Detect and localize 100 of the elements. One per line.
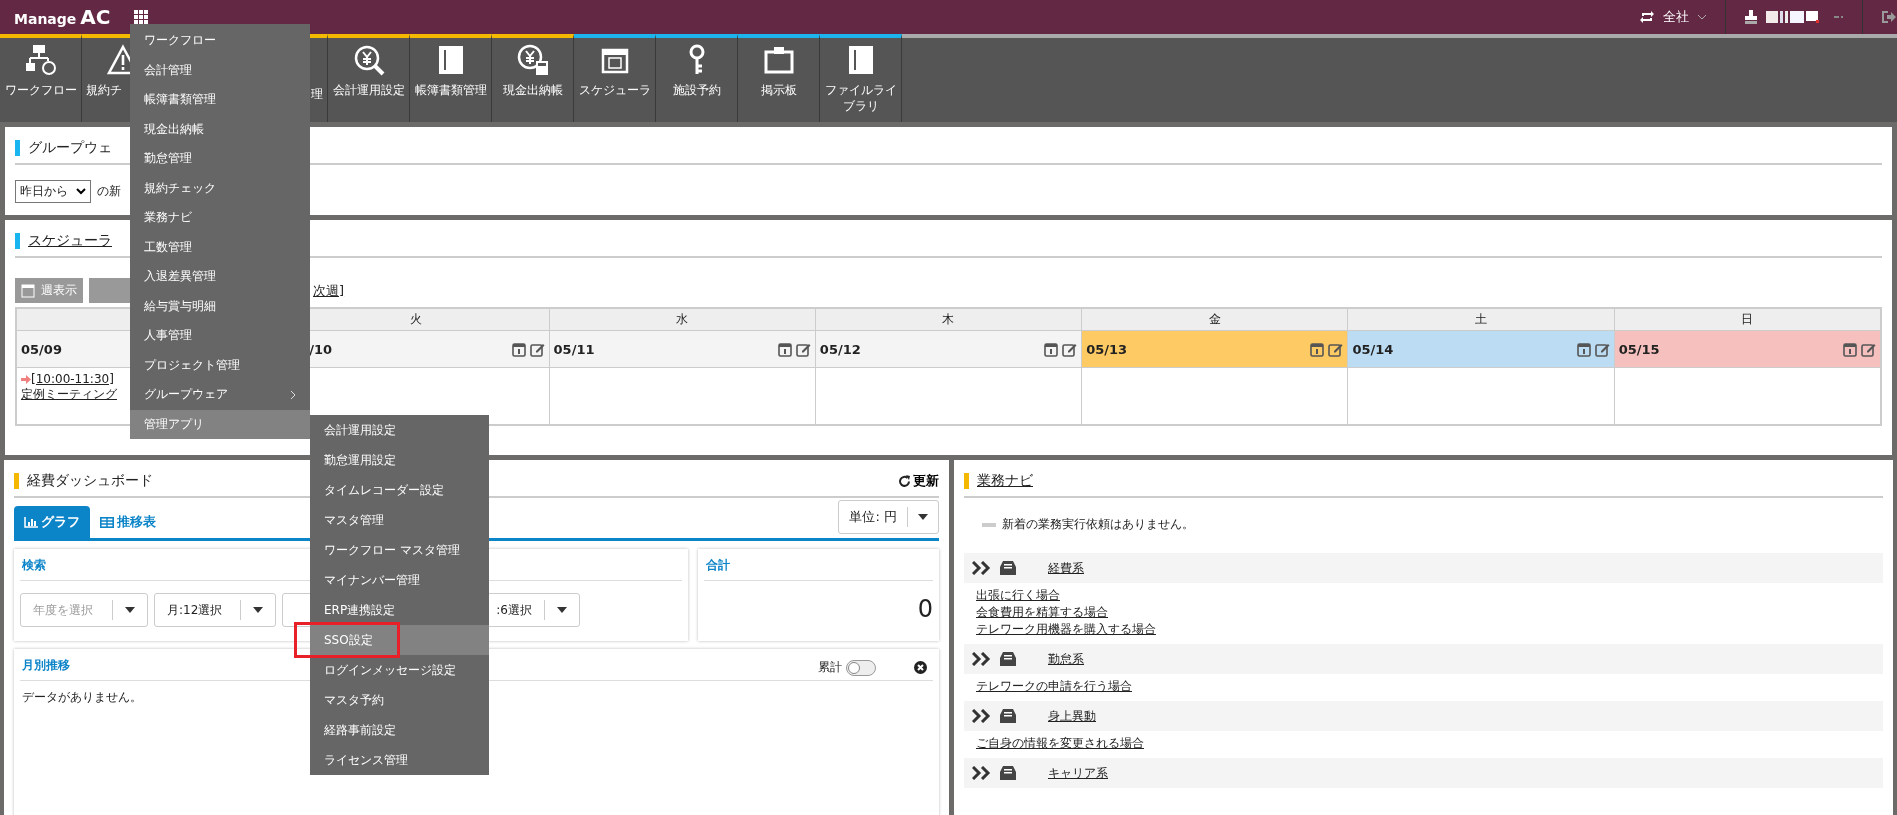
menu-item[interactable]: 勤怠管理 bbox=[130, 144, 310, 174]
edit-icon[interactable] bbox=[1594, 341, 1610, 357]
weekday-header: 金 bbox=[1082, 309, 1348, 331]
menu-item[interactable]: 規約チェック bbox=[130, 173, 310, 203]
calendar-icon[interactable] bbox=[1842, 341, 1857, 357]
tile-label: 現金出納帳 bbox=[502, 82, 563, 98]
notice-text: 新着の業務実行依頼はありません。 bbox=[1002, 516, 1194, 533]
tile-label: スケジューラ bbox=[578, 82, 651, 98]
menu-item[interactable]: マスタ予約 bbox=[310, 685, 489, 715]
close-icon[interactable] bbox=[914, 661, 927, 674]
caret-icon bbox=[918, 514, 928, 520]
menu-item[interactable]: 会計運用設定 bbox=[310, 415, 489, 445]
event-title-link[interactable]: 定例ミーティング bbox=[21, 386, 117, 403]
menu-item[interactable]: 入退差異管理 bbox=[130, 262, 310, 292]
date-label: 05/15 bbox=[1618, 341, 1660, 357]
category-link[interactable]: 身上異動 bbox=[1048, 707, 1096, 725]
menu-item[interactable]: プロジェクト管理 bbox=[130, 350, 310, 380]
event-time-link[interactable]: [10:00-11:30] bbox=[31, 372, 114, 386]
unit-select[interactable]: 単位: 円 bbox=[838, 500, 939, 534]
menu-item[interactable]: ログインメッセージ設定 bbox=[310, 655, 489, 685]
toolbar-tile[interactable]: 現金出納帳 bbox=[492, 34, 574, 122]
tile-label: ワークフロー bbox=[4, 82, 77, 98]
toolbar-tile[interactable]: ワークフロー bbox=[0, 34, 82, 122]
panel-title: 経費ダッシュボード bbox=[27, 472, 153, 490]
title-marker bbox=[964, 473, 969, 489]
toolbar-tile[interactable]: スケジューラ bbox=[574, 34, 656, 122]
edit-icon[interactable] bbox=[1328, 341, 1344, 357]
tile-label: 帳簿書類管理 bbox=[414, 82, 487, 98]
task-link[interactable]: 出張に行く場合 bbox=[976, 587, 1060, 604]
menu-item[interactable]: タイムレコーダー設定 bbox=[310, 475, 489, 505]
next-week-link[interactable]: 次週] bbox=[313, 281, 345, 300]
edit-icon[interactable] bbox=[795, 341, 811, 357]
flowchart-icon bbox=[24, 44, 57, 76]
edit-icon[interactable] bbox=[1860, 341, 1876, 357]
edit-icon[interactable] bbox=[529, 341, 545, 357]
menu-item[interactable]: 勤怠運用設定 bbox=[310, 445, 489, 475]
task-link[interactable]: テレワークの申請を行う場合 bbox=[976, 678, 1132, 695]
book-icon bbox=[436, 44, 465, 76]
logout-icon[interactable] bbox=[1881, 10, 1897, 24]
menu-item[interactable]: 工数管理 bbox=[130, 232, 310, 262]
task-link[interactable]: ご自身の情報を変更される場合 bbox=[976, 735, 1144, 752]
calendar-icon[interactable] bbox=[1576, 341, 1591, 357]
panel-title-link[interactable]: 業務ナビ bbox=[977, 472, 1033, 490]
table-icon bbox=[100, 516, 114, 528]
double-chevron-icon bbox=[972, 766, 992, 780]
calendar-icon[interactable] bbox=[777, 341, 792, 357]
logo[interactable]: Manage AC bbox=[14, 5, 111, 29]
bar-chart-icon bbox=[24, 516, 38, 528]
yen-calculator-icon bbox=[516, 44, 549, 76]
chevron-icon bbox=[290, 389, 296, 400]
calendar-icon[interactable] bbox=[1044, 341, 1059, 357]
toolbar-tile[interactable]: ファイルライブラリ bbox=[820, 34, 902, 122]
toggle-label: 累計 bbox=[818, 659, 842, 676]
date-label: 05/09 bbox=[21, 341, 62, 357]
title-marker bbox=[15, 233, 20, 249]
caret-icon bbox=[253, 607, 263, 613]
weekday-header: 日 bbox=[1614, 309, 1880, 331]
date-label: 05/14 bbox=[1352, 341, 1394, 357]
category-link[interactable]: 経費系 bbox=[1048, 559, 1084, 577]
calendar-icon[interactable] bbox=[1310, 341, 1325, 357]
toolbar-tile[interactable]: 施設予約 bbox=[656, 34, 738, 122]
refresh-button[interactable]: 更新 bbox=[898, 472, 939, 490]
edit-icon[interactable] bbox=[1062, 341, 1078, 357]
range-suffix: の新 bbox=[97, 183, 121, 200]
view-tab[interactable]: 推移表 bbox=[90, 506, 166, 538]
panel-title-link[interactable]: スケジューラ bbox=[28, 232, 112, 250]
yen-wrench-icon bbox=[352, 44, 385, 76]
task-link[interactable]: テレワーク用機器を購入する場合 bbox=[976, 621, 1156, 638]
range-select[interactable]: 昨日から bbox=[15, 180, 91, 203]
tile-label: 会計運用設定 bbox=[332, 82, 405, 98]
tile-label: 理 bbox=[311, 86, 323, 102]
menu-item[interactable]: 管理アプリ bbox=[130, 409, 310, 439]
app-grid-icon[interactable] bbox=[134, 10, 149, 24]
company-switcher[interactable]: 全社 bbox=[1663, 8, 1689, 26]
toolbar-tile[interactable]: 帳簿書類管理 bbox=[410, 34, 492, 122]
toolbar-tile[interactable]: 掲示板 bbox=[738, 34, 820, 122]
double-chevron-icon bbox=[972, 561, 992, 575]
menu-item[interactable]: マスタ管理 bbox=[310, 505, 489, 535]
caret-icon bbox=[125, 607, 135, 613]
menu-item[interactable]: グループウェア bbox=[130, 380, 310, 410]
category-link[interactable]: キャリア系 bbox=[1048, 764, 1108, 782]
tile-label: 掲示板 bbox=[760, 82, 797, 98]
category-link[interactable]: 勤怠系 bbox=[1048, 650, 1084, 668]
dots-icon[interactable] bbox=[1834, 15, 1844, 19]
menu-item[interactable]: ライセンス管理 bbox=[310, 745, 489, 775]
book-icon bbox=[846, 44, 875, 76]
task-link[interactable]: 会食費用を精算する場合 bbox=[976, 604, 1108, 621]
weekday-header: 土 bbox=[1348, 309, 1614, 331]
view-tab[interactable]: グラフ bbox=[14, 506, 90, 538]
menu-item[interactable]: 経路事前設定 bbox=[310, 715, 489, 745]
calendar-icon[interactable] bbox=[511, 341, 526, 357]
menu-item[interactable]: SSO設定 bbox=[310, 625, 489, 655]
filter-select[interactable]: 月:12選択 bbox=[154, 593, 276, 627]
weekday-header: 水 bbox=[549, 309, 815, 331]
caret-icon[interactable] bbox=[1697, 14, 1707, 20]
toolbar-tile[interactable]: 会計運用設定 bbox=[328, 34, 410, 122]
tile-label: 施設予約 bbox=[672, 82, 721, 98]
menu-item[interactable]: 業務ナビ bbox=[130, 203, 310, 233]
cumulative-toggle[interactable] bbox=[846, 659, 876, 676]
title-marker bbox=[15, 140, 20, 156]
